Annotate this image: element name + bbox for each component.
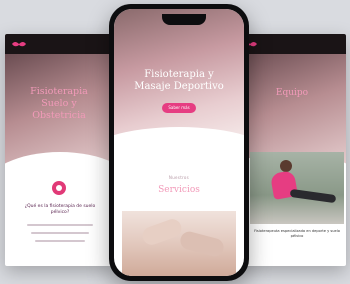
photo-caption: Fisioterapeuta especializada en deporte … [254,229,340,238]
massage-photo [122,211,236,276]
text-line [31,232,89,234]
left-page-preview: Fisioterapia Suelo y Obstetricia ¿Qué es… [5,34,115,266]
logo-icon [12,42,26,47]
text-line [27,224,93,226]
right-page-preview: Equipo Fisioterapeuta especializada en d… [236,34,346,266]
top-navigation-bar [236,34,346,57]
top-navigation-bar [5,34,115,57]
phone-mockup: Fisioterapia y Masaje Deportivo Saber má… [109,4,249,281]
hero-title: Equipo [275,88,309,98]
section-eyebrow: Nuestros [168,175,190,180]
location-pin-icon [52,181,66,195]
intro-question: ¿Qué es la fisioterapia de suelo pélvico… [24,204,96,215]
athlete-photo [250,152,344,224]
text-line [35,240,85,242]
hero-title: Fisioterapia Suelo y Obstetricia [30,86,88,121]
phone-screen: Fisioterapia y Masaje Deportivo Saber má… [114,9,244,276]
menu-icon[interactable] [324,42,340,57]
hero-title: Fisioterapia y Masaje Deportivo [134,69,224,92]
menu-icon[interactable] [93,42,109,57]
phone-notch [162,14,206,25]
cta-button[interactable]: Saber más [162,103,196,113]
section-title: Servicios [158,185,200,195]
hero-divider [114,127,244,157]
